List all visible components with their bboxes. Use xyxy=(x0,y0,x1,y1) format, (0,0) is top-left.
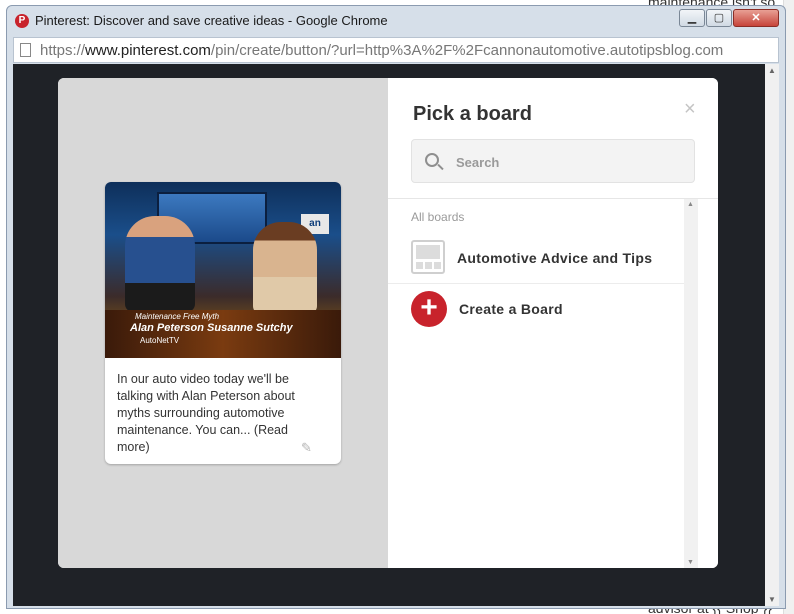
page-icon xyxy=(20,43,31,57)
search-icon xyxy=(425,153,439,167)
board-item[interactable]: Automotive Advice and Tips xyxy=(388,234,684,284)
scroll-up-arrow-icon[interactable]: ▲ xyxy=(687,201,694,208)
minimize-button[interactable]: ▁ xyxy=(679,9,705,27)
close-icon[interactable]: × xyxy=(684,98,696,121)
board-picker-pane: Pick a board × All boards Automotive A xyxy=(388,78,718,568)
window-title: Pinterest: Discover and save creative id… xyxy=(35,13,388,28)
url-host: www.pinterest.com xyxy=(85,42,211,59)
url-scheme: https:// xyxy=(40,42,86,59)
pinterest-logo-icon: P xyxy=(15,14,29,28)
scroll-down-arrow-icon[interactable]: ▼ xyxy=(687,559,694,566)
divider xyxy=(388,198,718,199)
scroll-up-arrow-icon[interactable]: ▲ xyxy=(768,66,776,75)
scroll-down-arrow-icon[interactable]: ▼ xyxy=(768,595,776,604)
create-board-label: Create a Board xyxy=(459,301,563,317)
pencil-icon[interactable]: ✎ xyxy=(301,440,312,456)
url-path: /pin/create/button/?url=http%3A%2F%2Fcan… xyxy=(210,42,724,59)
board-picker-title: Pick a board xyxy=(413,103,532,125)
pin-card: an Maintenance Free Myth Alan Peterson S… xyxy=(105,182,341,464)
pin-create-modal: an Maintenance Free Myth Alan Peterson S… xyxy=(58,78,718,568)
person-alan xyxy=(125,216,195,312)
maximize-button[interactable]: ▢ xyxy=(706,9,732,27)
board-search-input[interactable] xyxy=(456,152,676,172)
video-subtitle: Maintenance Free Myth xyxy=(135,312,220,321)
board-search xyxy=(411,139,695,183)
video-brand: AutoNetTV xyxy=(140,336,180,345)
page-scrollbar[interactable]: ▲ ▼ xyxy=(765,64,779,606)
close-window-button[interactable]: ✕ xyxy=(733,9,779,27)
chrome-popup-window: P Pinterest: Discover and save creative … xyxy=(6,5,786,609)
create-board-button[interactable]: + Create a Board xyxy=(388,284,684,334)
page-content: an Maintenance Free Myth Alan Peterson S… xyxy=(13,64,779,606)
board-thumbnail-icon xyxy=(411,240,445,274)
pin-preview-pane: an Maintenance Free Myth Alan Peterson S… xyxy=(58,78,388,568)
plus-icon: + xyxy=(411,291,447,327)
pin-description: In our auto video today we'll be talking… xyxy=(117,372,295,454)
pin-image: an Maintenance Free Myth Alan Peterson S… xyxy=(105,182,341,358)
url-text[interactable]: https://www.pinterest.com/pin/create/but… xyxy=(40,42,723,59)
title-bar[interactable]: P Pinterest: Discover and save creative … xyxy=(7,6,785,36)
section-label-all-boards: All boards xyxy=(411,210,465,224)
video-names: Alan Peterson Susanne Sutchy xyxy=(130,322,293,334)
person-susanne xyxy=(253,222,317,314)
board-list-scrollbar[interactable]: ▲ ▼ xyxy=(684,199,698,568)
address-bar[interactable]: https://www.pinterest.com/pin/create/but… xyxy=(13,37,779,63)
board-name: Automotive Advice and Tips xyxy=(457,250,653,266)
